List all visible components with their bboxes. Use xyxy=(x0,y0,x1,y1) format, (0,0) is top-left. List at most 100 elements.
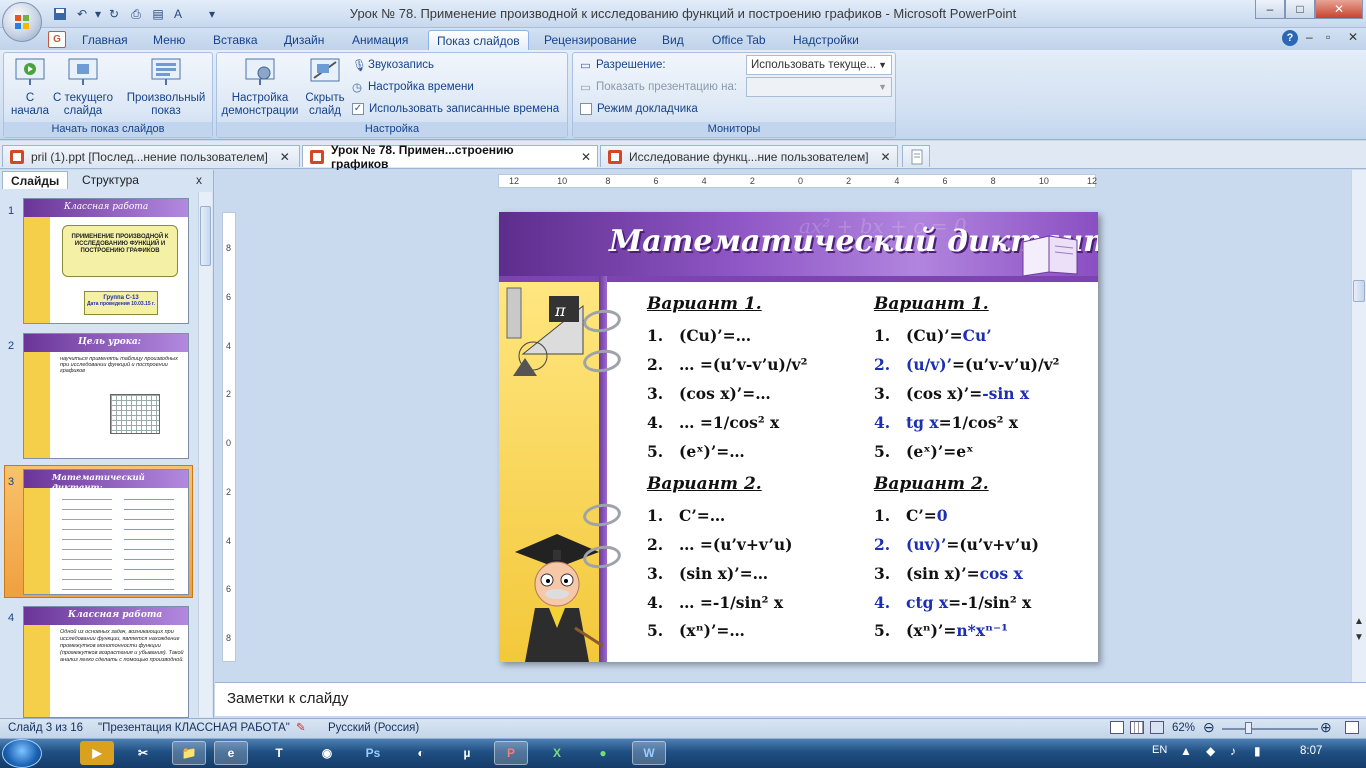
rehearse-timings-button[interactable]: ◷ Настройка времени xyxy=(352,78,474,96)
word-icon[interactable]: W xyxy=(632,741,666,765)
close-tab-icon[interactable]: ✕ xyxy=(881,150,891,164)
tab-addins[interactable]: Надстройки xyxy=(785,30,867,50)
tab-design[interactable]: Дизайн xyxy=(276,30,332,50)
zoom-level[interactable]: 62% xyxy=(1172,722,1195,734)
tab-outline[interactable]: Структура xyxy=(74,171,147,189)
quick-print-icon[interactable]: ▤ xyxy=(150,6,166,22)
slide-thumbnail-3[interactable]: Математический диктант: xyxy=(23,469,189,595)
firefox-icon[interactable]: ◉ xyxy=(310,741,344,765)
doc-tab-2[interactable]: Урок № 78. Примен...строению графиков ✕ xyxy=(302,143,598,171)
presenter-view-checkbox[interactable]: Режим докладчика xyxy=(580,100,698,118)
tab-animation[interactable]: Анимация xyxy=(344,30,416,50)
excel-icon[interactable]: X xyxy=(540,741,574,765)
slideshow-view-icon[interactable] xyxy=(1150,721,1164,734)
ribbon-close-icon[interactable]: ✕ xyxy=(1348,30,1358,44)
doc-tab-1[interactable]: pril (1).ppt [Послед...нение пользовател… xyxy=(2,145,300,167)
editor-scrollbar[interactable]: ▲ ▼ xyxy=(1351,170,1366,682)
tray-app-icon[interactable]: ◆ xyxy=(1206,744,1215,758)
volume-icon[interactable]: ♪ xyxy=(1230,744,1236,758)
utorrent-icon[interactable]: µ xyxy=(450,741,484,765)
minimize-button[interactable]: – xyxy=(1255,0,1285,19)
close-tab-icon[interactable]: ✕ xyxy=(280,150,290,164)
normal-view-icon[interactable] xyxy=(1110,721,1124,734)
color-app-icon[interactable]: ◐ xyxy=(404,741,438,765)
zoom-out-icon[interactable]: ⊖ xyxy=(1203,719,1215,736)
photoshop-icon[interactable]: Ps xyxy=(356,741,390,765)
svg-text:π: π xyxy=(554,301,566,320)
language[interactable]: Русский (Россия) xyxy=(328,722,419,734)
spellcheck-icon[interactable]: ✎ xyxy=(296,720,306,734)
tab-menu[interactable]: Меню xyxy=(145,30,193,50)
undo-icon[interactable]: ↶ xyxy=(74,6,90,22)
record-narration-button[interactable]: 🎙 Звукозапись xyxy=(352,56,434,74)
zoom-in-icon[interactable]: ⊕ xyxy=(1320,719,1332,736)
slide-thumbnail-1[interactable]: Классная работа ПРИМЕНЕНИЕ ПРОИЗВОДНОЙ К… xyxy=(23,198,189,324)
help-icon[interactable]: ? xyxy=(1282,30,1298,46)
ribbon-minimize-icon[interactable]: – xyxy=(1306,30,1313,44)
dictation-item: 3. (cos x)’=… xyxy=(647,384,771,403)
ie-icon[interactable]: e xyxy=(214,741,248,765)
powerpoint-icon[interactable]: P xyxy=(494,741,528,765)
tab-view[interactable]: Вид xyxy=(654,30,692,50)
zoom-slider-track[interactable] xyxy=(1222,728,1318,730)
show-on-select[interactable]: ▼ xyxy=(746,77,892,97)
variant-heading: Вариант 1. xyxy=(647,294,762,314)
fit-to-window-icon[interactable] xyxy=(1345,721,1359,734)
custom-show-label: Произвольный показ xyxy=(126,92,206,117)
slide-thumbnail-4[interactable]: Классная работа Одной из основных задач,… xyxy=(23,606,189,718)
addin-icon[interactable]: G xyxy=(48,31,66,48)
battery-icon[interactable]: ▮ xyxy=(1254,744,1261,758)
print-preview-icon[interactable]: ⎙ xyxy=(128,6,144,22)
slide-thumbnail-2[interactable]: Цель урока: научиться применять таблицу … xyxy=(23,333,189,459)
green-app-icon[interactable]: ● xyxy=(586,741,620,765)
zoom-slider-thumb[interactable] xyxy=(1245,722,1252,734)
close-button[interactable]: ✕ xyxy=(1315,0,1363,19)
media-player-icon[interactable]: ▶ xyxy=(80,741,114,765)
close-tab-icon[interactable]: ✕ xyxy=(581,150,591,164)
redo-icon[interactable]: ↻ xyxy=(106,6,122,22)
ribbon-restore-icon[interactable]: ▫ xyxy=(1326,30,1330,44)
vertical-ruler: 8 6 4 2 0 2 4 6 8 xyxy=(222,212,236,662)
resolution-select[interactable]: Использовать текуще... ▼ xyxy=(746,55,892,75)
panel-scrollbar[interactable] xyxy=(198,192,212,717)
tab-insert[interactable]: Вставка xyxy=(205,30,266,50)
language-indicator[interactable]: EN xyxy=(1152,744,1167,756)
tab-slides[interactable]: Слайды xyxy=(2,171,69,189)
tab-slide-show[interactable]: Показ слайдов xyxy=(428,30,529,50)
setup-show-label: Настройка демонстрации xyxy=(221,92,299,117)
save-icon[interactable] xyxy=(52,6,68,22)
status-bar: Слайд 3 из 16 "Презентация КЛАССНАЯ РАБО… xyxy=(0,718,1366,738)
book-icon xyxy=(1022,235,1078,277)
from-current-button[interactable]: С текущего слайда xyxy=(52,56,114,118)
hide-slide-button[interactable]: Скрыть слайд xyxy=(302,56,348,118)
office-button[interactable] xyxy=(2,2,42,42)
ruler-tick: 2 xyxy=(226,389,232,400)
setup-show-button[interactable]: Настройка демонстрации xyxy=(220,56,300,118)
slide-canvas[interactable]: ax² + bx + c = 0 Математический диктант:… xyxy=(499,212,1098,662)
tab-office-tab[interactable]: Office Tab xyxy=(704,30,774,50)
tray-arrow-icon[interactable]: ▲ xyxy=(1180,744,1192,758)
undo-dropdown-icon[interactable]: ▾ xyxy=(90,6,106,22)
restore-button[interactable]: □ xyxy=(1285,0,1315,19)
text-editor-icon[interactable]: T xyxy=(262,741,296,765)
doc-tab-3[interactable]: Исследование функц...ние пользователем] … xyxy=(600,145,898,167)
close-panel-icon[interactable]: x xyxy=(196,173,202,187)
slide-sorter-icon[interactable] xyxy=(1130,721,1144,734)
tab-home[interactable]: Главная xyxy=(74,30,136,50)
office-logo-icon xyxy=(15,15,29,29)
customize-qat-icon[interactable]: ▾ xyxy=(204,6,220,22)
use-timings-checkbox[interactable]: ✓ Использовать записанные времена xyxy=(352,100,559,118)
clock[interactable]: 8:07 xyxy=(1300,745,1322,757)
theme-name[interactable]: "Презентация КЛАССНАЯ РАБОТА" xyxy=(98,722,290,734)
tab-review[interactable]: Рецензирование xyxy=(536,30,645,50)
new-tab-button[interactable] xyxy=(902,145,930,167)
start-button[interactable] xyxy=(2,739,42,768)
tools-icon[interactable]: ✂ xyxy=(126,741,160,765)
notes-pane[interactable]: Заметки к слайду xyxy=(215,682,1366,716)
group-label: Настройка xyxy=(217,122,567,137)
from-start-button[interactable]: С начала xyxy=(8,56,52,118)
custom-show-button[interactable]: Произвольный показ xyxy=(122,56,210,118)
ruler-tick: 4 xyxy=(226,340,232,351)
explorer-icon[interactable]: 📁 xyxy=(172,741,206,765)
font-color-icon[interactable]: A xyxy=(170,6,186,22)
